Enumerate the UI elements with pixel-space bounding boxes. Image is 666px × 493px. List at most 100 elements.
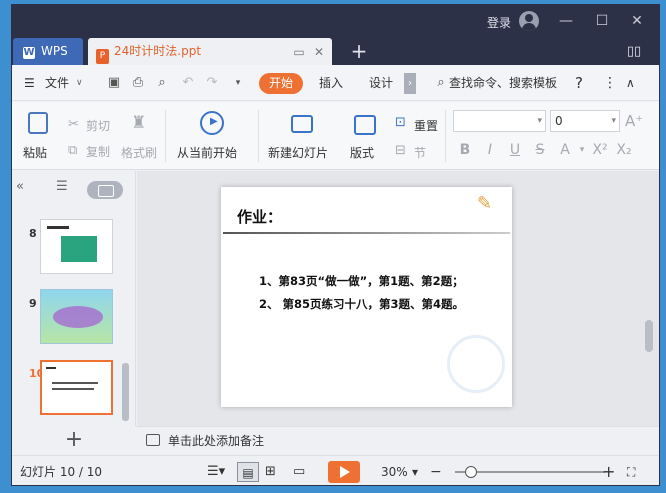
paste-button[interactable]: 粘贴 [23,144,47,161]
search-icon[interactable]: ⌕ [433,75,449,91]
italic-icon[interactable]: I [482,142,498,158]
tab-bar: W WPS P 24时计时法.ppt ▭ ✕ + ▯▯ [12,38,659,65]
reset-button[interactable]: 重置 [414,117,438,134]
thumbnail-view-toggle[interactable] [87,181,123,199]
maximize-button[interactable]: ☐ [586,5,618,38]
format-painter-button[interactable]: 格式刷 [121,144,157,161]
pencil-decoration-icon: ✎ [477,193,493,214]
slideshow-play-button[interactable] [328,461,360,483]
zoom-level[interactable]: 30% [381,456,408,485]
notes-placeholder: 单击此处添加备注 [168,434,265,448]
login-link[interactable]: 登录 [487,14,511,31]
tab-start[interactable]: 开始 [259,73,303,94]
copy-button[interactable]: 复制 [86,143,110,160]
print-preview-icon[interactable]: ⌕ [154,75,170,91]
paste-icon[interactable] [28,112,48,134]
minimize-button[interactable]: — [550,5,582,38]
slide-title[interactable]: 作业： [237,206,282,227]
new-slide-button[interactable]: 新建幻灯片 [268,144,328,161]
slide-sorter-icon[interactable]: ⊞ [265,456,276,485]
section-icon[interactable]: ⊟ [395,143,406,158]
reading-view-icon[interactable]: ▭ [293,456,305,485]
zoom-out-button[interactable]: − [430,456,442,485]
tab-document[interactable]: P 24时计时法.ppt ▭ ✕ [88,38,332,65]
slide-counter: 幻灯片 10 / 10 [20,465,103,479]
strikethrough-icon[interactable]: S [532,142,548,158]
tab-wps-home[interactable]: W WPS [13,38,83,65]
window-layout-icon[interactable]: ▯▯ [622,38,646,65]
new-slide-icon[interactable] [291,115,313,133]
file-menu[interactable]: 文件 [45,65,69,101]
chevron-down-icon[interactable]: ▾ [574,142,590,158]
play-from-current-button[interactable]: 从当前开始 [177,144,237,161]
hamburger-icon[interactable]: ☰ [24,65,35,101]
notes-icon [146,434,160,446]
slide-body-line[interactable]: 2、 第85页练习十八，第3题、第4题。 [259,296,464,312]
tab-close-icon[interactable]: ✕ [312,45,326,59]
thumb-title-mark [47,226,69,229]
normal-view-icon[interactable]: ▤ [237,462,259,482]
screen-icon[interactable]: ▭ [292,45,306,59]
superscript-icon[interactable]: X² [592,142,608,158]
ribbon-divider [165,110,166,162]
thumbnail-scrollbar[interactable] [122,363,129,421]
ribbon-divider [445,110,446,162]
scissors-icon[interactable]: ✂ [68,117,79,132]
increase-font-icon[interactable]: A⁺ [625,112,643,130]
section-button[interactable]: 节 [414,144,426,161]
quick-access-dropdown-icon[interactable]: ▾ [230,75,246,91]
chevron-down-icon: ▾ [537,116,542,126]
subscript-icon[interactable]: X₂ [616,142,632,158]
slide-thumbnail-9[interactable] [40,289,113,344]
chevron-down-icon[interactable]: ∨ [76,65,83,101]
tab-document-label: 24时计时法.ppt [114,44,202,58]
help-icon[interactable]: ? [575,65,583,101]
zoom-level-dropdown-icon[interactable]: ▾ [412,456,418,485]
collapse-ribbon-icon[interactable]: ∧ [626,65,635,101]
tab-insert[interactable]: 插入 [319,65,343,101]
new-tab-button[interactable]: + [347,38,371,65]
thumb-line-mark [52,382,98,384]
notes-pane[interactable]: 单击此处添加备注 [136,426,659,454]
format-painter-icon[interactable]: ♜ [131,113,146,133]
save-icon[interactable]: ▣ [106,75,122,91]
print-icon[interactable]: ⎙ [130,75,146,91]
add-slide-button[interactable]: + [62,429,86,451]
tab-design[interactable]: 设计 [369,65,393,101]
underline-icon[interactable]: U [507,142,523,158]
slide-thumbnail-8[interactable] [40,219,113,274]
stage-scrollbar[interactable] [645,320,653,352]
zoom-slider-track[interactable] [455,471,605,473]
thumb-line-mark [52,388,94,390]
bold-icon[interactable]: B [457,142,473,158]
menu-bar: ☰ 文件 ∨ ▣ ⎙ ⌕ ↶ ↷ ▾ 开始 插入 设计 › ⌕ 查找命令、搜索模… [12,65,659,101]
font-name-select[interactable]: ▾ [453,110,546,132]
fit-window-icon[interactable]: ⛶ [627,456,635,485]
more-options-icon[interactable]: ⋮ [603,65,617,101]
align-menu-icon[interactable]: ☰▾ [207,456,225,485]
layout-button[interactable]: 版式 [350,144,374,161]
chevron-down-icon: ▾ [611,116,616,126]
zoom-slider-handle[interactable] [465,466,477,478]
font-size-select[interactable]: 0 ▾ [550,110,620,132]
copy-icon[interactable]: ⧉ [68,143,77,158]
outline-view-icon[interactable]: ☰ [56,179,68,194]
collapse-panel-icon[interactable]: « [16,179,24,194]
redo-icon[interactable]: ↷ [204,75,220,91]
slide-thumbnail-10[interactable] [40,360,113,415]
wps-logo-icon: W [23,47,35,59]
undo-icon[interactable]: ↶ [180,75,196,91]
close-button[interactable]: ✕ [621,5,653,38]
slide-body-line[interactable]: 1、第83页“做一做”，第1题、第2题； [259,273,464,289]
text-shadow-icon[interactable]: A [557,142,573,158]
cut-button[interactable]: 剪切 [86,117,110,134]
slide-thumbnail-panel: « ☰ 8 9 10 + [12,171,136,451]
current-slide[interactable]: 作业： ✎ 1、第83页“做一做”，第1题、第2题； 2、 第85页练习十八，第… [221,187,512,407]
slide-title-rule [223,232,510,234]
user-avatar-icon[interactable] [519,11,539,31]
layout-icon[interactable] [354,115,376,135]
more-tabs-button[interactable]: › [404,73,416,94]
reset-icon[interactable]: ⊡ [395,115,406,130]
command-search[interactable]: 查找命令、搜索模板 [449,65,557,101]
zoom-in-button[interactable]: + [602,456,615,485]
